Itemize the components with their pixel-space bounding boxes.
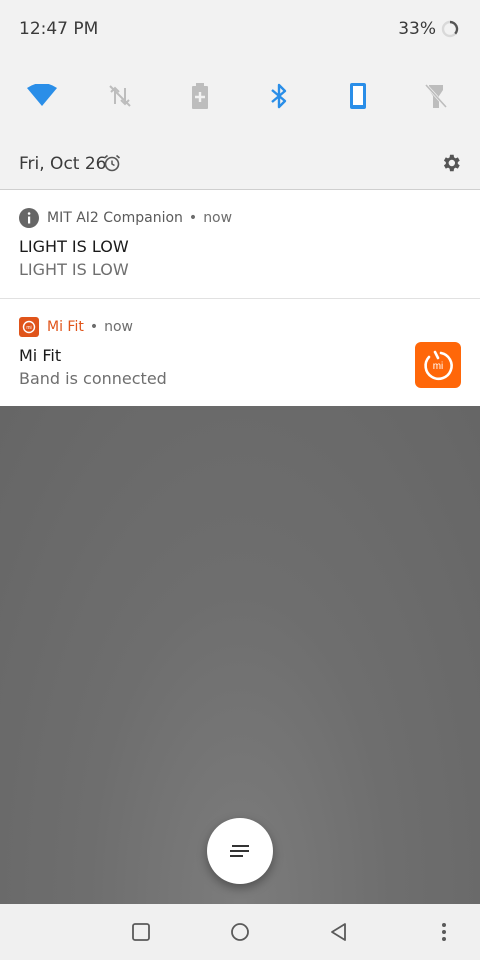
date-row: Fri, Oct 26 xyxy=(0,140,480,186)
more-icon xyxy=(442,923,446,941)
flashlight-off-icon xyxy=(424,83,448,109)
bluetooth-icon xyxy=(271,83,287,109)
info-icon xyxy=(19,208,39,228)
battery-saver-tile[interactable] xyxy=(182,78,218,114)
mi-fit-large-icon: mi xyxy=(415,342,461,388)
app-name: MIT AI2 Companion xyxy=(47,210,183,226)
data-off-icon xyxy=(109,85,131,107)
svg-text:mi: mi xyxy=(26,325,31,331)
notification-title: Mi Fit xyxy=(19,346,62,365)
flashlight-tile[interactable] xyxy=(418,78,454,114)
recents-button[interactable] xyxy=(129,920,153,944)
status-bar: 12:47 PM 33% xyxy=(0,0,480,60)
manage-notifications-icon xyxy=(230,845,249,857)
gear-icon[interactable] xyxy=(440,152,462,174)
manage-notifications-button[interactable] xyxy=(207,818,273,884)
battery-plus-icon xyxy=(192,83,208,109)
back-button[interactable] xyxy=(327,920,351,944)
phone-portrait-icon xyxy=(350,83,366,109)
mobile-data-tile[interactable] xyxy=(102,78,138,114)
rotation-tile[interactable] xyxy=(340,78,376,114)
recents-icon xyxy=(132,923,150,941)
notification-mi-fit[interactable]: mi Mi Fit • now Mi Fit Band is connected… xyxy=(0,299,480,406)
wifi-icon xyxy=(27,84,57,106)
notification-title: LIGHT IS LOW xyxy=(19,237,129,256)
notification-time: now xyxy=(203,210,233,226)
battery-percent: 33% xyxy=(398,19,436,39)
app-name: Mi Fit xyxy=(47,319,84,335)
back-icon xyxy=(331,923,346,941)
notification-text: LIGHT IS LOW xyxy=(19,260,129,279)
svg-text:mi: mi xyxy=(433,361,444,372)
clock: 12:47 PM xyxy=(19,19,99,39)
alarm-icon[interactable] xyxy=(103,154,121,172)
notification-text: Band is connected xyxy=(19,369,167,388)
notification-time: now xyxy=(104,319,133,335)
date-label: Fri, Oct 26 xyxy=(19,154,107,174)
notification-header: mi Mi Fit • now xyxy=(19,316,133,338)
more-button[interactable] xyxy=(432,920,456,944)
notification-time-separator: • xyxy=(89,319,99,335)
quick-settings-row xyxy=(0,70,480,120)
home-icon xyxy=(231,923,249,941)
battery-ring-icon xyxy=(441,20,459,38)
notification-time-separator: • xyxy=(188,210,198,226)
quick-settings-panel: 12:47 PM 33% Fri, Oct 26 xyxy=(0,0,480,190)
notification-header: MIT AI2 Companion • now xyxy=(19,207,232,229)
mi-fit-small-icon: mi xyxy=(19,317,39,337)
bluetooth-tile[interactable] xyxy=(261,78,297,114)
navigation-bar xyxy=(0,904,480,960)
wifi-tile[interactable] xyxy=(24,78,60,114)
home-button[interactable] xyxy=(228,920,252,944)
notification-mit-ai2[interactable]: MIT AI2 Companion • now LIGHT IS LOW LIG… xyxy=(0,190,480,299)
